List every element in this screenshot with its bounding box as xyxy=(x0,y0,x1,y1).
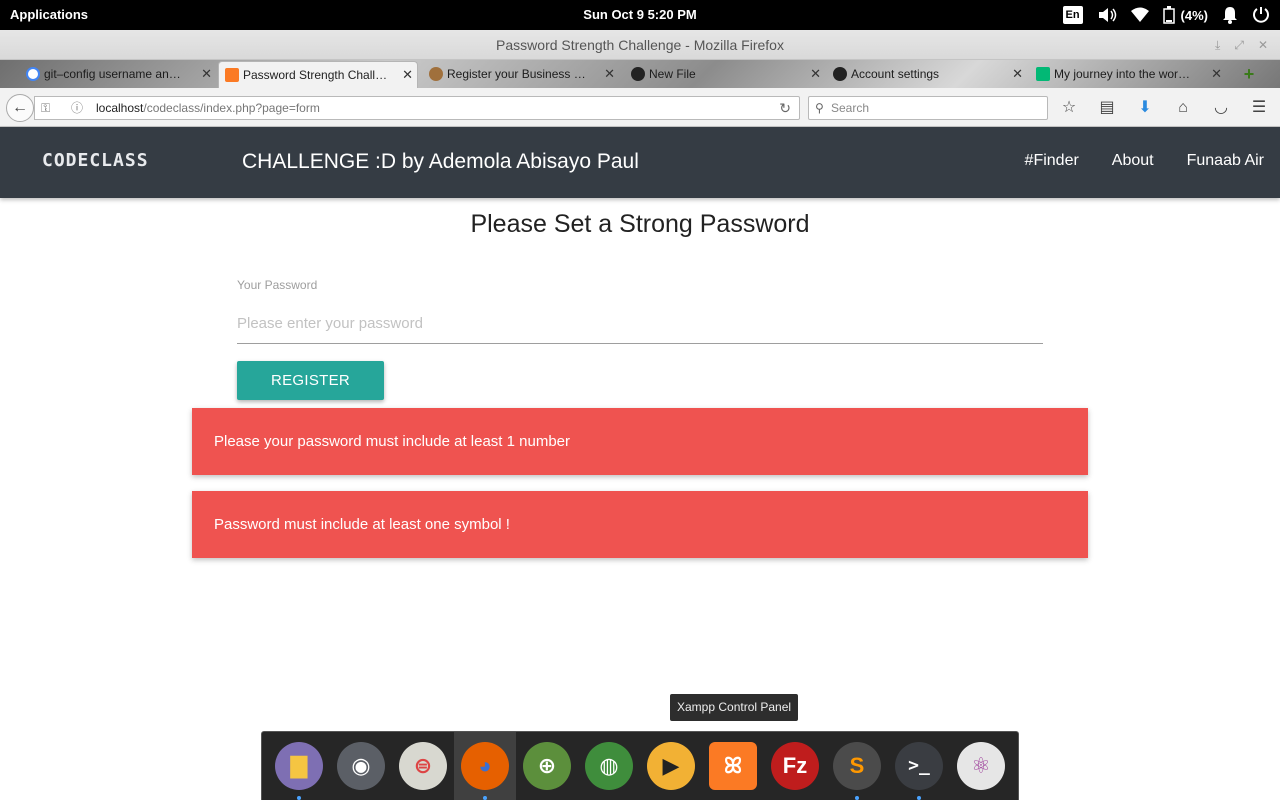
firefox-icon[interactable]: ◕ xyxy=(461,742,509,790)
tab-label: My journey into the wor… xyxy=(1054,67,1191,81)
window-title: Password Strength Challenge - Mozilla Fi… xyxy=(496,37,784,53)
home-icon[interactable]: ⌂ xyxy=(1172,97,1194,119)
nav-link-finder[interactable]: #Finder xyxy=(1025,152,1079,170)
search-icon: ⚲ xyxy=(815,101,824,115)
tab-label: Password Strength Chall… xyxy=(243,68,388,82)
close-tab-icon[interactable]: ✕ xyxy=(1012,61,1023,87)
pocket-icon[interactable]: ◡ xyxy=(1210,97,1232,119)
tab-label: Register your Business … xyxy=(447,67,586,81)
minimize-icon[interactable]: ⤓ xyxy=(1215,30,1220,60)
new-tab-button[interactable]: + xyxy=(1234,61,1264,88)
filezilla-icon[interactable]: Fz xyxy=(771,742,819,790)
google-icon xyxy=(26,67,40,81)
back-arrow-icon: ← xyxy=(12,99,28,116)
nav-link-funaab-air[interactable]: Funaab Air xyxy=(1187,152,1264,170)
reading-list-icon[interactable]: ▤ xyxy=(1096,97,1118,119)
url-path: /codeclass/index.php?page=form xyxy=(143,101,320,115)
tab-label: git–config username an… xyxy=(44,67,181,81)
atom-icon[interactable]: ⚛ xyxy=(957,742,1005,790)
running-indicator xyxy=(855,796,859,800)
close-tab-icon[interactable]: ✕ xyxy=(1211,61,1222,87)
alert-symbol-required: Password must include at least one symbo… xyxy=(192,491,1088,558)
wifi-icon[interactable] xyxy=(1130,7,1149,23)
close-window-icon[interactable]: ✕ xyxy=(1258,30,1268,60)
password-label: Your Password xyxy=(237,278,318,292)
tab-password-strength[interactable]: Password Strength Chall… ✕ xyxy=(218,61,418,88)
battery-percent: (4%) xyxy=(1180,7,1208,23)
url-text[interactable]: localhost/codeclass/index.php?page=form xyxy=(96,97,320,119)
system-tray: En (4%) xyxy=(1062,4,1270,26)
running-indicator xyxy=(483,796,487,800)
running-indicator xyxy=(917,796,921,800)
applications-menu[interactable]: Applications xyxy=(10,7,88,22)
app-title: CHALLENGE :D by Ademola Abisayo Paul xyxy=(242,150,639,173)
hamburger-menu-icon[interactable]: ☰ xyxy=(1248,97,1270,119)
window-controls: ⤓ ⤢ ✕ xyxy=(1215,30,1268,60)
running-indicator xyxy=(297,796,301,800)
dock-tooltip: Xampp Control Panel xyxy=(670,694,799,721)
close-tab-icon[interactable]: ✕ xyxy=(402,62,413,88)
terminal-icon[interactable]: >_ xyxy=(895,742,943,790)
tab-strip: git–config username an… ✕ Password Stren… xyxy=(0,60,1280,88)
dock: ▇ ◉ ⊜ ◕ ⊕ ◍ ▶ ꕤ Fz S >_ ⚛ xyxy=(261,731,1019,800)
files-icon[interactable]: ▇ xyxy=(275,742,323,790)
password-input[interactable] xyxy=(237,304,1043,344)
app-header: CODECLASS CHALLENGE :D by Ademola Abisay… xyxy=(0,127,1280,198)
sublime-text-icon[interactable]: S xyxy=(833,742,881,790)
tab-new-file[interactable]: New File ✕ xyxy=(625,61,825,88)
xampp-icon[interactable]: ꕤ xyxy=(709,742,757,790)
power-menu-icon[interactable] xyxy=(1252,6,1270,24)
tab-label: New File xyxy=(649,67,696,81)
media-player-icon[interactable]: ▶ xyxy=(647,742,695,790)
page-heading: Please Set a Strong Password xyxy=(470,210,810,238)
url-host: localhost xyxy=(96,101,144,115)
reload-icon[interactable]: ↻ xyxy=(779,97,791,119)
notification-bell-icon[interactable] xyxy=(1222,6,1238,24)
downloads-icon[interactable]: ⬇ xyxy=(1134,97,1156,119)
tab-account-settings[interactable]: Account settings ✕ xyxy=(827,61,1027,88)
battery-indicator[interactable]: (4%) xyxy=(1162,6,1208,24)
system-top-bar: Applications Sun Oct 9 5:20 PM En (4%) xyxy=(0,0,1280,30)
globe-network-icon[interactable]: ⊕ xyxy=(523,742,571,790)
bookmark-star-icon[interactable]: ☆ xyxy=(1058,97,1080,119)
key-icon[interactable]: ⚿ xyxy=(41,97,50,119)
close-tab-icon[interactable]: ✕ xyxy=(810,61,821,87)
screenshot-icon[interactable]: ◉ xyxy=(337,742,385,790)
close-tab-icon[interactable]: ✕ xyxy=(201,61,212,87)
maximize-icon[interactable]: ⤢ xyxy=(1234,30,1244,60)
address-bar[interactable]: ⚿ ⓘ localhost/codeclass/index.php?page=f… xyxy=(34,96,800,120)
volume-icon[interactable] xyxy=(1097,7,1117,23)
github-icon xyxy=(833,67,847,81)
toolbar-icons: ☆ ▤ ⬇ ⌂ ◡ ☰ xyxy=(1058,97,1270,119)
tab-my-journey[interactable]: My journey into the wor… ✕ xyxy=(1030,61,1226,88)
alert-number-required: Please your password must include at lea… xyxy=(192,408,1088,475)
window-titlebar: Password Strength Challenge - Mozilla Fi… xyxy=(0,30,1280,60)
tab-register-business[interactable]: Register your Business … ✕ xyxy=(423,61,619,88)
medium-icon xyxy=(1036,67,1050,81)
app-nav-links: #Finder About Funaab Air xyxy=(1025,152,1264,170)
xampp-icon xyxy=(225,68,239,82)
user-avatar-icon xyxy=(429,67,443,81)
nav-toolbar: ⚿ ⓘ localhost/codeclass/index.php?page=f… xyxy=(0,88,1280,127)
clock[interactable]: Sun Oct 9 5:20 PM xyxy=(583,7,696,22)
brand-logo[interactable]: CODECLASS xyxy=(42,150,149,171)
nav-link-about[interactable]: About xyxy=(1112,152,1154,170)
settings-toggle-icon[interactable]: ⊜ xyxy=(399,742,447,790)
tab-label: Account settings xyxy=(851,67,940,81)
register-button[interactable]: REGISTER xyxy=(237,361,384,400)
earth-icon[interactable]: ◍ xyxy=(585,742,633,790)
battery-icon xyxy=(1162,6,1175,24)
search-bar[interactable]: ⚲ Search xyxy=(808,96,1048,120)
back-button[interactable]: ← xyxy=(6,94,34,122)
close-tab-icon[interactable]: ✕ xyxy=(604,61,615,87)
site-info-icon[interactable]: ⓘ xyxy=(71,97,83,119)
github-icon xyxy=(631,67,645,81)
keyboard-layout-indicator[interactable]: En xyxy=(1062,6,1083,24)
search-placeholder: Search xyxy=(831,101,870,115)
tab-git-config[interactable]: git–config username an… ✕ xyxy=(20,61,216,88)
